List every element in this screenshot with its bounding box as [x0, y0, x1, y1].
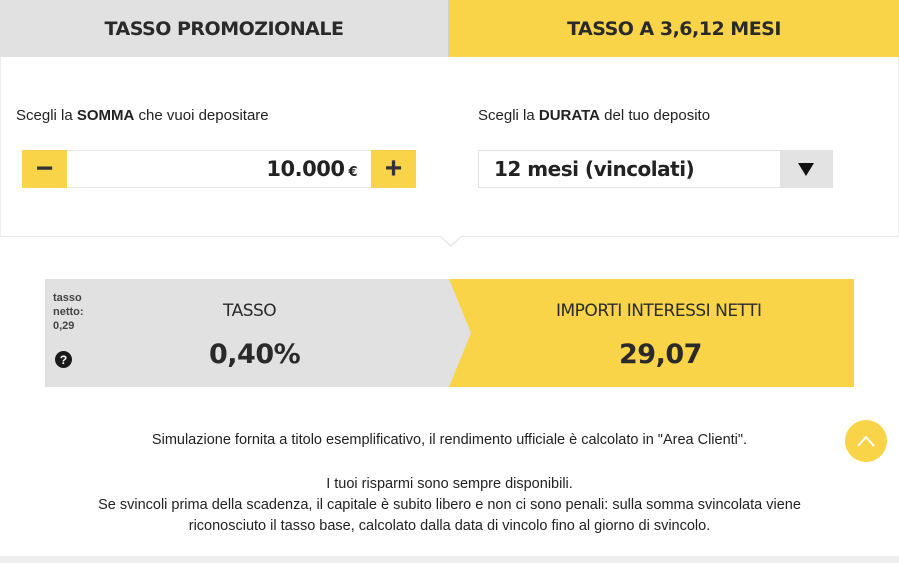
currency-symbol: € [348, 165, 357, 180]
info-line-3: riconosciuto il tasso base, calcolato da… [188, 518, 711, 534]
triangle-down-icon [798, 162, 814, 176]
somma-value[interactable]: 10.000 € [266, 157, 357, 181]
increase-button[interactable]: + [371, 150, 416, 188]
tasso-box [45, 279, 475, 387]
importi-title: IMPORTI INTERESSI NETTI [556, 301, 762, 321]
tasso-netto-label: tasso netto: [53, 292, 84, 318]
dropdown-arrow-button[interactable] [780, 150, 832, 188]
importi-box [449, 279, 854, 387]
tasso-netto-note: tasso netto: 0,29 [53, 291, 93, 333]
tab-tasso-promozionale[interactable]: TASSO PROMOZIONALE [0, 0, 449, 57]
tab-tasso-mesi[interactable]: TASSO A 3,6,12 MESI [449, 0, 899, 69]
durata-select[interactable]: 12 mesi (vincolati) [478, 150, 833, 188]
info-line-1: I tuoi risparmi sono sempre disponibili. [326, 476, 573, 492]
durata-selected-value: 12 mesi (vincolati) [494, 157, 695, 181]
durata-label: Scegli la DURATA del tuo deposito [478, 107, 711, 124]
results-panel: tasso netto: 0,29 ? TASSO 0,40% IMPORTI … [45, 279, 854, 387]
chevron-up-icon [857, 435, 875, 447]
tasso-netto-value: 0,29 [53, 320, 75, 332]
tasso-title: TASSO [223, 301, 277, 321]
input-panel [0, 57, 899, 237]
tasso-value: 0,40% [209, 339, 301, 370]
somma-label: Scegli la SOMMA che vuoi depositare [16, 107, 269, 124]
importi-value: 29,07 [619, 339, 702, 370]
help-icon[interactable]: ? [55, 351, 72, 368]
divider-notch-fill [440, 235, 462, 245]
tab-bar: TASSO PROMOZIONALE TASSO A 3,6,12 MESI [0, 0, 899, 69]
info-line-2: Se svincoli prima della scadenza, il cap… [98, 497, 801, 513]
scroll-top-button[interactable] [845, 420, 887, 462]
decrease-button[interactable]: − [22, 150, 67, 188]
simulation-note: Simulazione fornita a titolo esemplifica… [151, 432, 748, 448]
somma-stepper: − 10.000 € + [22, 150, 416, 188]
bottom-border [0, 556, 899, 563]
